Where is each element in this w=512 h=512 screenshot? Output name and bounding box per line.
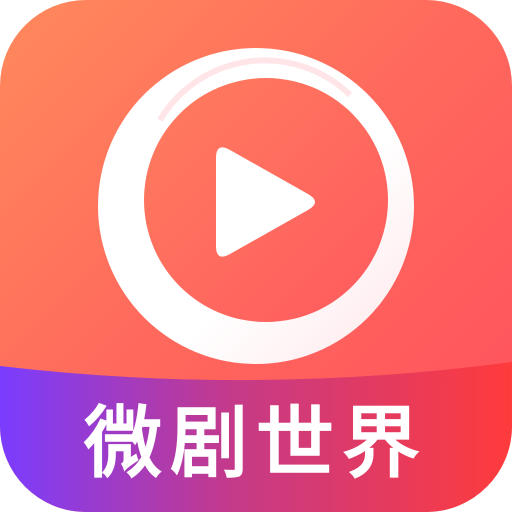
app-name: 微剧世界 <box>83 399 428 489</box>
app-icon[interactable]: 微剧世界 <box>0 0 512 512</box>
